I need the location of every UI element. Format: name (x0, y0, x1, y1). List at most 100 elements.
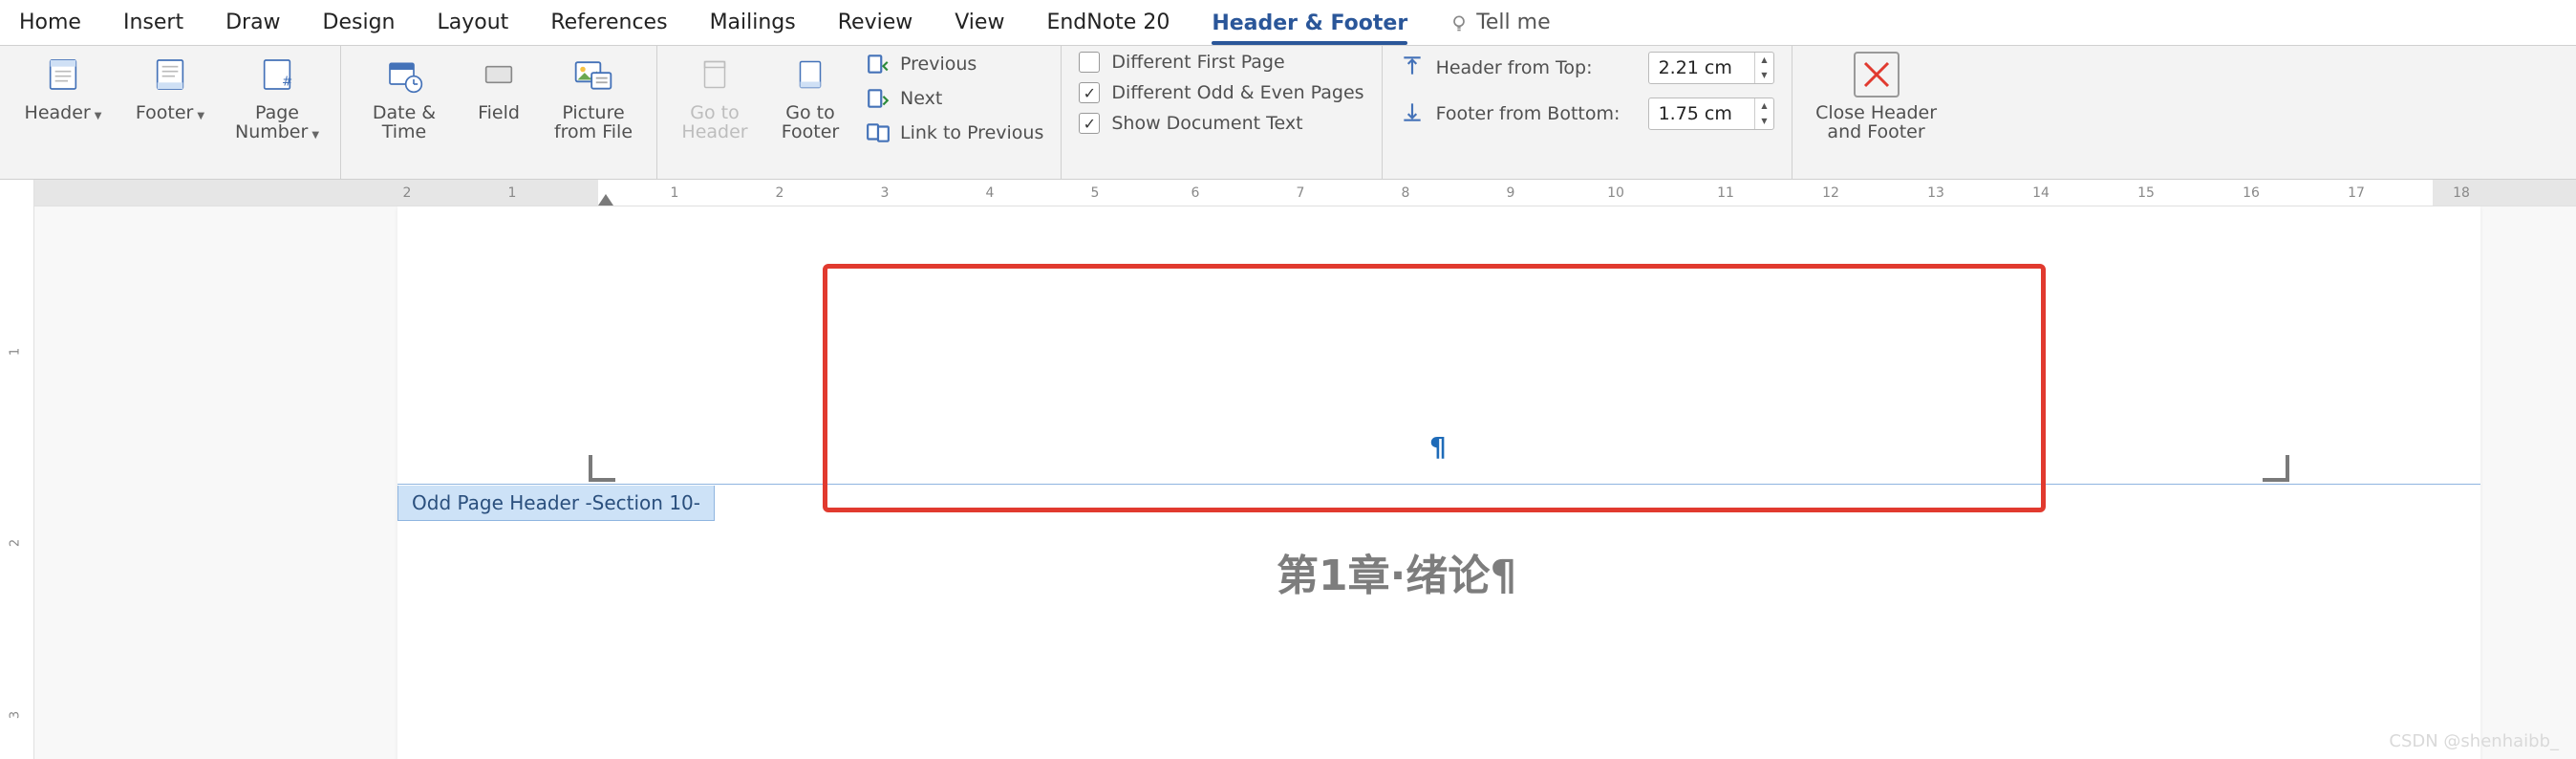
header-label: Header (25, 102, 91, 123)
header-from-top-input[interactable]: 2.21 cm ▲▼ (1648, 52, 1774, 84)
tab-references[interactable]: References (550, 0, 667, 46)
picture-label: Picture from File (554, 103, 633, 141)
footer-from-bottom-icon (1400, 99, 1425, 129)
group-position: Header from Top: 2.21 cm ▲▼ Footer from … (1383, 46, 1792, 179)
tab-mailings[interactable]: Mailings (710, 0, 796, 46)
link-to-previous-icon (866, 120, 891, 145)
ribbon: Header▼ Footer▼ # Page Number▼ Date & Ti… (0, 46, 2576, 180)
horizontal-ruler[interactable]: 21123456789101112131415161718 (34, 180, 2576, 206)
different-odd-even-label: Different Odd & Even Pages (1111, 82, 1363, 103)
document-heading: 第1章·绪论¶ (1277, 541, 1516, 602)
show-document-text-checkbox[interactable]: Show Document Text (1079, 113, 1363, 134)
header-icon (40, 52, 86, 98)
annotation-box (823, 264, 2046, 512)
hruler-tick: 4 (986, 185, 995, 201)
hruler-tick: 1 (671, 185, 679, 201)
go-to-footer-label: Go to Footer (782, 103, 839, 141)
picture-from-file-button[interactable]: Picture from File (547, 52, 639, 141)
workspace: 1 2 3 21123456789101112131415161718 Odd … (0, 180, 2576, 759)
hruler-tick: 16 (2243, 185, 2260, 201)
previous-icon (866, 52, 891, 76)
vruler-tick: 3 (9, 711, 23, 719)
group-insert: Date & Time Field Picture from File (341, 46, 657, 179)
section-header-label: Odd Page Header -Section 10- (397, 486, 715, 521)
tab-view[interactable]: View (955, 0, 1004, 46)
tab-design[interactable]: Design (323, 0, 396, 46)
tab-insert[interactable]: Insert (123, 0, 183, 46)
date-time-button[interactable]: Date & Time (358, 52, 450, 141)
tab-draw[interactable]: Draw (225, 0, 280, 46)
stepper-down-icon[interactable]: ▼ (1755, 114, 1772, 129)
checkbox-checked-icon (1079, 82, 1100, 103)
hruler-tick: 18 (2453, 185, 2470, 201)
date-time-label: Date & Time (373, 103, 436, 141)
tab-home[interactable]: Home (19, 0, 81, 46)
stepper-down-icon[interactable]: ▼ (1755, 68, 1772, 83)
go-to-header-icon (692, 52, 738, 98)
go-to-footer-button[interactable]: Go to Footer (770, 52, 850, 141)
tab-header-footer[interactable]: Header & Footer (1212, 1, 1407, 45)
header-from-top-label: Header from Top: (1436, 57, 1637, 78)
next-button[interactable]: Next (866, 86, 1043, 111)
field-button[interactable]: Field (465, 52, 532, 122)
hruler-tick: 7 (1297, 185, 1305, 201)
checkbox-checked-icon (1079, 113, 1100, 134)
close-icon (1854, 52, 1900, 98)
footer-label: Footer (136, 102, 193, 123)
checkbox-icon (1079, 52, 1100, 73)
field-icon (476, 52, 522, 98)
indent-marker-icon[interactable] (598, 194, 613, 206)
link-to-previous-button[interactable]: Link to Previous (866, 120, 1043, 145)
previous-button[interactable]: Previous (866, 52, 1043, 76)
footer-icon (147, 52, 193, 98)
hruler-tick: 11 (1717, 185, 1734, 201)
hruler-tick: 14 (2032, 185, 2050, 201)
hruler-tick: 1 (508, 185, 517, 201)
vruler-tick: 2 (9, 539, 23, 547)
vruler-tick: 1 (9, 348, 23, 356)
tab-layout[interactable]: Layout (438, 0, 509, 46)
tell-me[interactable]: Tell me (1449, 11, 1550, 34)
different-odd-even-checkbox[interactable]: Different Odd & Even Pages (1079, 82, 1363, 103)
footer-from-bottom-value: 1.75 cm (1649, 103, 1755, 124)
hruler-tick: 3 (881, 185, 890, 201)
hruler-tick: 5 (1091, 185, 1100, 201)
header-from-top-value: 2.21 cm (1649, 57, 1755, 78)
hruler-tick: 17 (2348, 185, 2365, 201)
tab-header-footer-label: Header & Footer (1212, 11, 1407, 35)
hruler-tick: 2 (776, 185, 784, 201)
hruler-tick: 12 (1822, 185, 1839, 201)
link-to-previous-label: Link to Previous (900, 122, 1043, 143)
footer-button[interactable]: Footer▼ (124, 52, 216, 126)
footer-from-bottom-input[interactable]: 1.75 cm ▲▼ (1648, 98, 1774, 130)
tab-review[interactable]: Review (838, 0, 913, 46)
picture-icon (570, 52, 616, 98)
page-number-button[interactable]: # Page Number▼ (231, 52, 323, 145)
document-area[interactable]: Odd Page Header -Section 10- ¶ 第1章·绪论¶ (34, 206, 2576, 759)
go-to-header-label: Go to Header (681, 103, 747, 141)
different-first-page-checkbox[interactable]: Different First Page (1079, 52, 1363, 73)
lightbulb-icon (1449, 13, 1469, 33)
margin-corner-tr (2263, 455, 2289, 482)
field-label: Field (478, 103, 520, 122)
hruler-tick: 13 (1927, 185, 1944, 201)
nav-small-col: Previous Next Link to Previous (866, 52, 1043, 145)
go-to-footer-icon (787, 52, 833, 98)
next-label: Next (900, 88, 942, 109)
page-number-label: Page Number (235, 102, 308, 142)
hruler-tick: 10 (1607, 185, 1624, 201)
hruler-tick: 15 (2137, 185, 2155, 201)
header-button[interactable]: Header▼ (17, 52, 109, 126)
group-navigation: Go to Header Go to Footer Previous Next (657, 46, 1062, 179)
footer-from-bottom-label: Footer from Bottom: (1436, 103, 1637, 124)
hruler-tick: 2 (403, 185, 412, 201)
hruler-tick: 6 (1191, 185, 1200, 201)
close-header-footer-button[interactable]: Close Header and Footer (1810, 52, 1943, 141)
stepper-up-icon[interactable]: ▲ (1755, 53, 1772, 68)
ribbon-tabs: Home Insert Draw Design Layout Reference… (0, 0, 2576, 46)
date-time-icon (381, 52, 427, 98)
vertical-ruler[interactable]: 1 2 3 (0, 180, 34, 759)
tab-endnote20[interactable]: EndNote 20 (1046, 0, 1170, 46)
stepper-up-icon[interactable]: ▲ (1755, 98, 1772, 114)
group-close: Close Header and Footer (1792, 46, 1961, 179)
